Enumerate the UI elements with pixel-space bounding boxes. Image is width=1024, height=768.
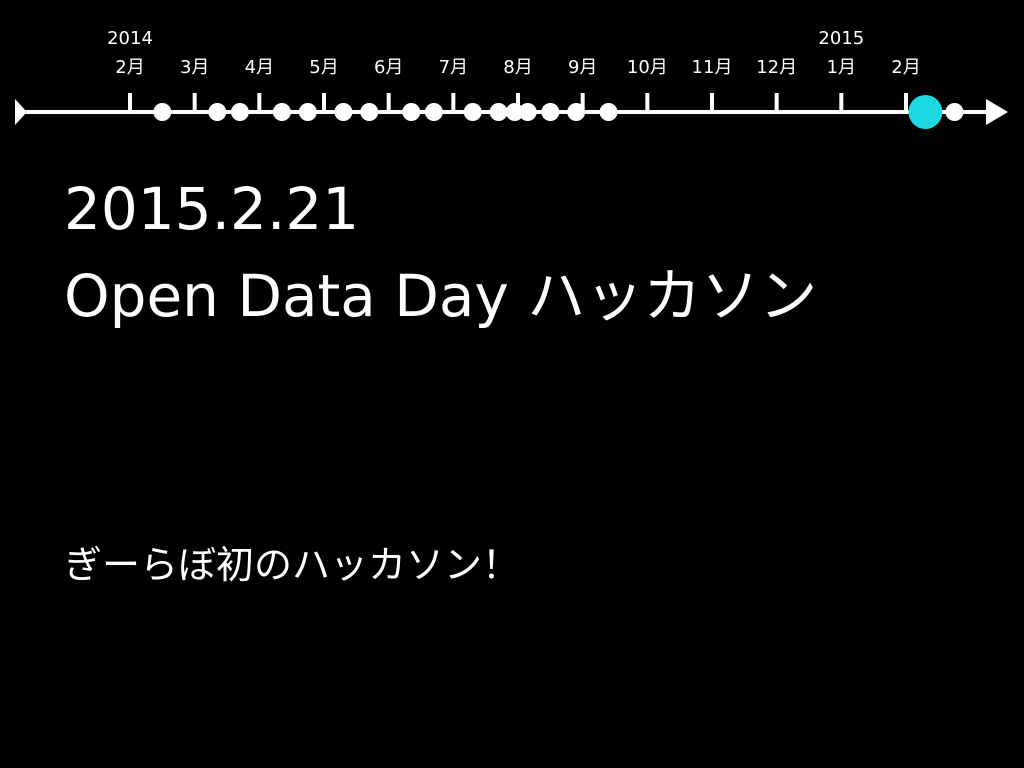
event-dot [153, 103, 172, 121]
event-caption: ぎーらぼ初のハッカソン！ [64, 543, 521, 587]
month-label: 9月 [568, 57, 597, 78]
month-label: 12月 [756, 57, 797, 78]
event-date: 2015.2.21 [64, 175, 360, 243]
month-label: 8月 [503, 57, 532, 78]
current-event-marker [908, 95, 943, 129]
event-dot [360, 103, 379, 121]
event-dot [298, 103, 317, 121]
timeline: 2月 3月 4月 5月 6月 7月 8月 9月 10月 11月 12月 1月 2月 2014 2015 [15, 28, 1008, 129]
month-label: 10月 [627, 57, 668, 78]
slide: 2月 3月 4月 5月 6月 7月 8月 9月 10月 11月 12月 1月 2月 2014 2015 20… [0, 0, 1024, 768]
month-label: 7月 [439, 57, 468, 78]
month-label: 11月 [692, 57, 733, 78]
event-dot [541, 103, 560, 121]
event-title: Open Data Day ハッカソン [64, 262, 818, 330]
event-dot [567, 103, 586, 121]
year-label: 2015 [818, 28, 864, 49]
event-dot [518, 103, 537, 121]
timeline-arrow-head [986, 99, 1008, 125]
month-label: 2月 [891, 57, 920, 78]
event-dot [489, 103, 508, 121]
month-label: 5月 [309, 57, 338, 78]
event-dot [402, 103, 421, 121]
year-label: 2014 [107, 28, 153, 49]
event-dot [334, 103, 353, 121]
event-dot [463, 103, 482, 121]
month-label: 1月 [827, 57, 856, 78]
event-dot [945, 103, 964, 121]
event-dot [208, 103, 227, 121]
month-label: 4月 [245, 57, 274, 78]
timeline-start-cap [15, 99, 27, 125]
event-dot [230, 103, 249, 121]
event-dot [599, 103, 618, 121]
month-label: 3月 [180, 57, 209, 78]
event-dot [272, 103, 291, 121]
event-dot [424, 103, 443, 121]
month-label: 6月 [374, 57, 403, 78]
month-label: 2月 [115, 57, 144, 78]
timeline-labels: 2月 3月 4月 5月 6月 7月 8月 9月 10月 11月 12月 1月 2月 2014 2015 [107, 28, 921, 78]
